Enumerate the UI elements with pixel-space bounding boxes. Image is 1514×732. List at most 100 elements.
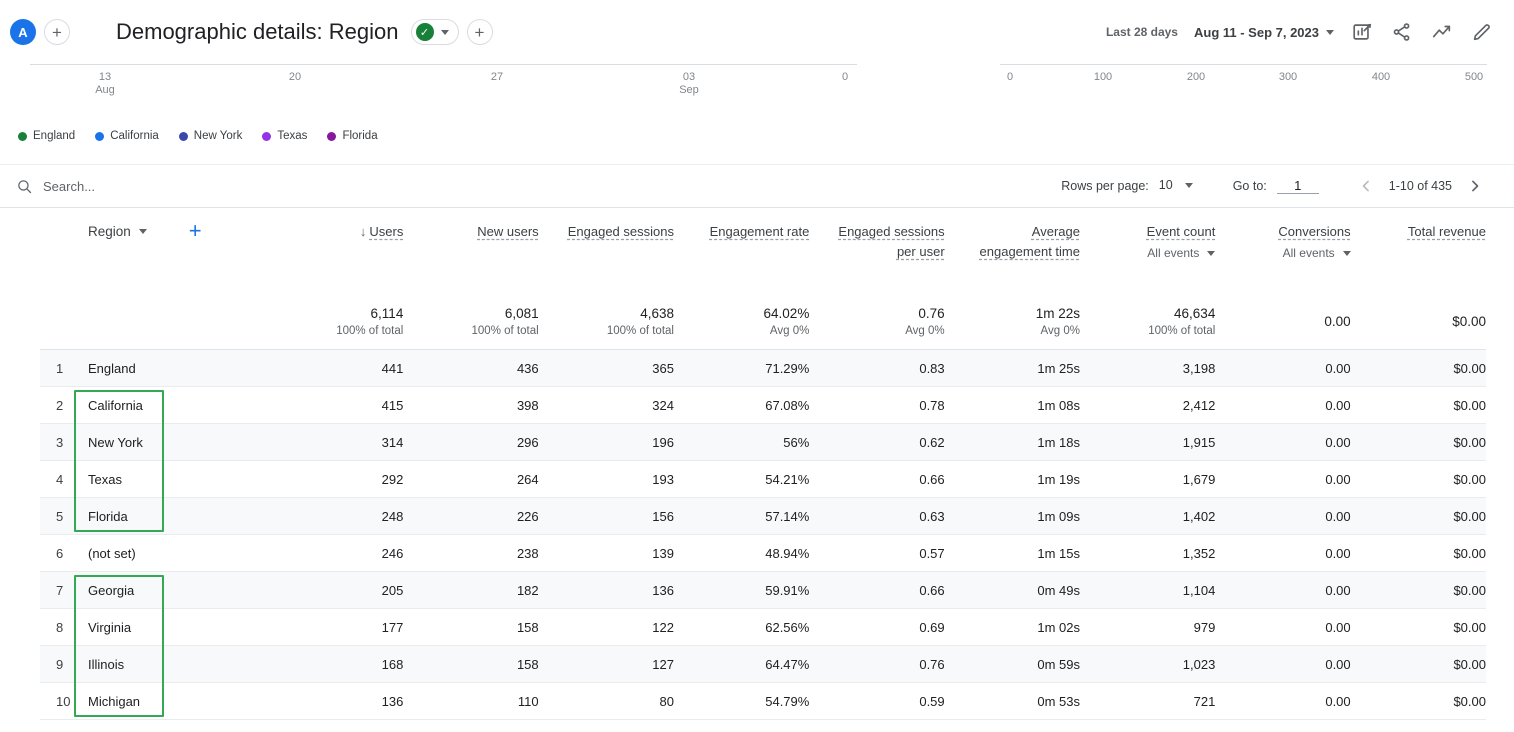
- totals-cell: 6,114 100% of total: [268, 306, 403, 337]
- metric-cell: 296: [516, 434, 539, 450]
- metric-cell: 54.79%: [765, 693, 810, 709]
- metric-cell: 57.14%: [765, 508, 810, 524]
- column-header-conversions[interactable]: Conversions All events: [1215, 222, 1351, 262]
- app-header: A + Demographic details: Region ✓ + Last…: [0, 0, 1514, 64]
- table-header-row: Region + ↓ Users New users Engaged sessions…: [40, 208, 1486, 296]
- totals-cell: 64.02% Avg 0%: [674, 306, 810, 337]
- legend-label: California: [110, 130, 159, 142]
- metric-cell: 205: [381, 582, 404, 598]
- column-header-label: Engagement rate: [692, 222, 810, 242]
- metric-cell: 177: [381, 619, 404, 635]
- metric-cell: 54.21%: [765, 471, 810, 487]
- search-input[interactable]: [43, 178, 403, 194]
- add-comparison-button[interactable]: +: [466, 19, 493, 45]
- axis-tick-label: 03: [682, 71, 696, 83]
- axis-tick-label: 20: [288, 71, 302, 83]
- table-row: 10 Michigan 136 110 80 54.79% 0.59 0m 53s 721 0.0…: [40, 683, 1486, 720]
- column-subheader-dropdown[interactable]: All events: [1283, 246, 1351, 260]
- legend-color-dot: [178, 131, 188, 141]
- insights-icon[interactable]: [1430, 20, 1454, 44]
- region-cell: Illinois: [88, 656, 125, 672]
- page-title: Demographic details: Region: [116, 19, 399, 44]
- column-header-region[interactable]: Region +: [88, 220, 268, 242]
- metric-cell: 0.00: [1325, 434, 1351, 450]
- legend-color-dot: [327, 131, 337, 141]
- metric-cell: 0.00: [1325, 619, 1351, 635]
- axis-tick-label: 400: [1371, 71, 1391, 83]
- totals-cell: 0.76 Avg 0%: [809, 306, 944, 337]
- metric-cell: 0.00: [1325, 545, 1351, 561]
- add-button[interactable]: +: [44, 19, 70, 45]
- avatar[interactable]: A: [10, 19, 36, 45]
- totals-value: $0.00: [1452, 314, 1486, 329]
- axis-tick: 0: [842, 71, 848, 84]
- next-page-button[interactable]: [1462, 173, 1488, 199]
- metric-cell: 48.94%: [765, 545, 810, 561]
- totals-cell: 6,081 100% of total: [403, 306, 539, 337]
- share-icon[interactable]: [1390, 20, 1414, 44]
- metric-cell: $0.00: [1453, 582, 1486, 598]
- column-header-new-users[interactable]: New users: [403, 222, 538, 242]
- metric-cell: 0.63: [919, 508, 945, 524]
- column-header-users[interactable]: ↓ Users: [268, 222, 403, 242]
- row-number: 8: [56, 619, 64, 635]
- column-header-label: ↓ Users: [286, 222, 403, 242]
- date-range-picker[interactable]: Aug 11 - Sep 7, 2023: [1194, 25, 1334, 40]
- metric-cell: 110: [517, 693, 539, 709]
- metric-cell: 398: [516, 397, 539, 413]
- previous-page-button[interactable]: [1353, 173, 1379, 199]
- axis-tick: 100: [1094, 71, 1112, 84]
- customize-report-icon[interactable]: [1350, 20, 1374, 44]
- axis-tick-label: 300: [1278, 71, 1298, 83]
- chart-remnant: 13 Aug 20 27 03 Sep 0 0 100 200 300 400 500: [0, 64, 1514, 122]
- edit-icon[interactable]: [1470, 20, 1494, 44]
- goto-page-input[interactable]: [1276, 178, 1319, 194]
- metric-cell: $0.00: [1453, 656, 1486, 672]
- column-header-engaged-sessions[interactable]: Engaged sessions: [539, 222, 674, 242]
- search-box[interactable]: [16, 178, 403, 195]
- column-header-total-revenue[interactable]: Total revenue: [1351, 222, 1486, 242]
- axis-tick: 200: [1187, 71, 1205, 84]
- metric-cell: $0.00: [1453, 508, 1486, 524]
- metric-cell: $0.00: [1453, 693, 1486, 709]
- region-cell: England: [88, 360, 136, 376]
- metric-cell: $0.00: [1453, 545, 1486, 561]
- table-body: 1 England 441 436 365 71.29% 0.83 1m 25s 3,198 0.…: [40, 349, 1486, 720]
- legend-label: England: [33, 130, 76, 142]
- axis-tick-label: 200: [1186, 71, 1206, 83]
- axis-tick: 400: [1372, 71, 1390, 84]
- region-cell: Texas: [88, 471, 122, 487]
- rows-per-page-label: Rows per page:: [1061, 179, 1149, 193]
- metric-cell: 0.00: [1325, 397, 1351, 413]
- metric-cell: 0.00: [1325, 508, 1351, 524]
- metric-cell: 56%: [783, 434, 810, 450]
- totals-value: 6,081: [504, 306, 539, 321]
- legend-label: Florida: [342, 130, 378, 142]
- column-header-label: Total revenue: [1369, 222, 1486, 242]
- column-header-text: Engagement rate: [709, 224, 810, 239]
- column-header-label: Event count: [1098, 222, 1216, 242]
- rows-per-page-select[interactable]: 10: [1159, 178, 1193, 194]
- legend-label: New York: [193, 130, 243, 142]
- axis-tick: 500: [1465, 71, 1483, 84]
- axis-tick: 13 Aug: [95, 71, 115, 97]
- metric-cell: 415: [381, 397, 404, 413]
- column-subheader-dropdown[interactable]: All events: [1147, 246, 1216, 260]
- metric-cell: 979: [1193, 619, 1216, 635]
- metric-cell: 139: [652, 545, 674, 561]
- metric-cell: 1m 15s: [1037, 545, 1080, 561]
- column-header-engagement-rate[interactable]: Engagement rate: [674, 222, 810, 242]
- column-header-engaged-sessions-per-user[interactable]: Engaged sessions per user: [809, 222, 944, 262]
- region-cell: Florida: [88, 508, 128, 524]
- column-header-text: Average engagement time: [979, 224, 1080, 259]
- report-status-dropdown[interactable]: ✓: [410, 19, 459, 45]
- metric-cell: 182: [516, 582, 539, 598]
- row-number: 9: [56, 656, 64, 672]
- add-dimension-button[interactable]: +: [189, 220, 202, 242]
- metric-cell: 0.83: [919, 360, 945, 376]
- metric-cell: 80: [659, 693, 674, 709]
- metric-cell: 1,915: [1182, 434, 1216, 450]
- metric-cell: 127: [652, 656, 674, 672]
- column-header-average-engagement-time[interactable]: Average engagement time: [945, 222, 1080, 262]
- column-header-event-count[interactable]: Event count All events: [1080, 222, 1216, 262]
